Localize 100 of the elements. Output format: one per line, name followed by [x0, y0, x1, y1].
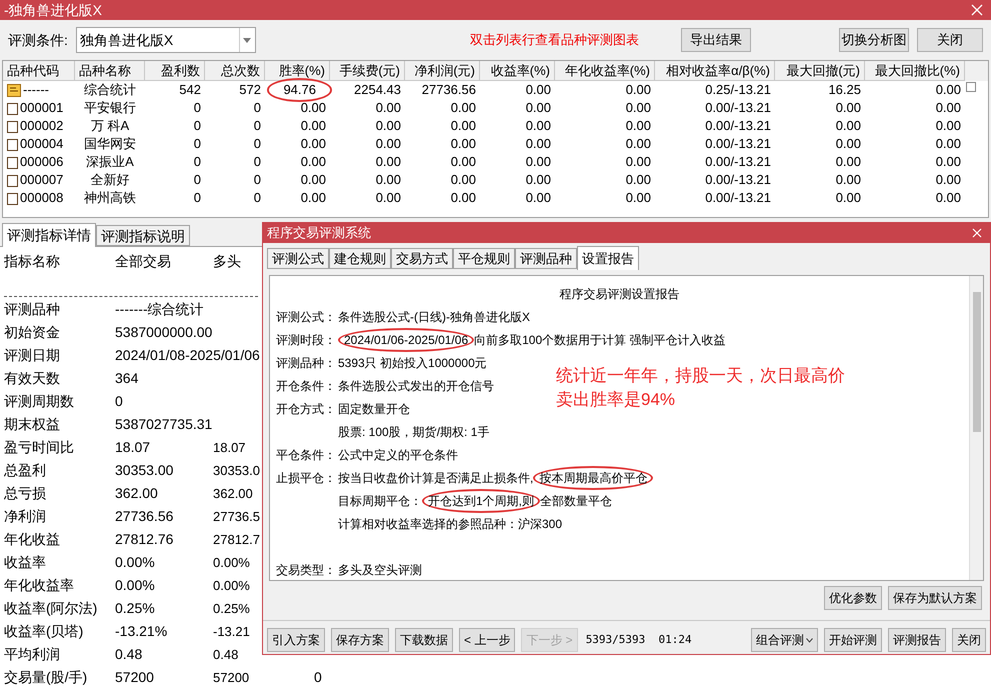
table-cell-text: ------	[23, 81, 49, 100]
toolbar-button[interactable]: 切换分析图	[839, 28, 909, 52]
step-button[interactable]: 引入方案	[267, 628, 325, 652]
table-cell-text: 0.00	[526, 117, 551, 136]
page-icon	[7, 156, 18, 168]
field-value: 公式中定义的平仓条件	[338, 446, 458, 464]
table-cell-text: 0.00	[936, 81, 961, 100]
field-label: 评测时段：	[276, 332, 337, 348]
table-cell-text: 0.00	[526, 171, 551, 190]
stat-name: 总盈利	[4, 462, 46, 478]
page-icon	[7, 192, 18, 204]
table-cell-text: 0.00	[626, 99, 651, 118]
step-button[interactable]: 保存方案	[331, 628, 389, 652]
field-value: 多头及空头评测	[338, 562, 422, 578]
table-cell-text: 0.25/-13.21	[705, 81, 771, 100]
table-cell-text: 0.00/-13.21	[705, 135, 771, 154]
tab[interactable]: 平仓规则	[453, 248, 515, 269]
table-cell-text: 全新好	[90, 171, 130, 190]
table-cell-text: 0.00/-13.21	[705, 189, 771, 208]
circled-text: 2024/01/06-2025/01/06	[338, 328, 474, 352]
table-cell-text: 000006	[20, 153, 64, 172]
page-icon	[7, 120, 18, 132]
stat-name: 期末权益	[4, 416, 60, 432]
folder-icon	[7, 84, 21, 96]
column-header[interactable]: 相对收益率α/β(%)	[655, 61, 775, 81]
table-cell-text: 0	[194, 135, 201, 154]
table-cell-text: 0.00	[376, 189, 401, 208]
stat-name: 平均利润	[4, 646, 60, 662]
column-header[interactable]: 净利润(元)	[405, 61, 480, 81]
field-label: 开仓条件：	[276, 378, 337, 394]
table-cell-text: 0.00	[376, 153, 401, 172]
step-button[interactable]: 下载数据	[395, 628, 453, 652]
stat-value: 27736.5	[213, 508, 260, 524]
circled-text: 按本周期最高价平仓	[533, 466, 654, 490]
action-button[interactable]: 开始评测	[824, 628, 882, 652]
table-cell-text: 0	[194, 153, 201, 172]
table-cell-text: 神州高铁	[84, 189, 136, 208]
table-cell-text: 542	[179, 81, 201, 100]
toolbar-button[interactable]: 导出结果	[681, 28, 751, 52]
table-cell-text: 0.00	[936, 171, 961, 190]
stat-value: 0.00%	[213, 554, 250, 570]
table-cell-text: 0	[194, 171, 201, 190]
stat-name: 评测日期	[4, 347, 60, 363]
column-header[interactable]: 收益率(%)	[480, 61, 555, 81]
tab[interactable]: 交易方式	[391, 248, 453, 269]
close-icon[interactable]	[971, 4, 983, 16]
field-label: 评测品种：	[276, 354, 337, 372]
report-button[interactable]: 保存为默认方案	[888, 586, 982, 610]
column-header[interactable]: 最大回撤比(%)	[865, 61, 965, 81]
field-label: 评测条件:	[8, 30, 68, 50]
toolbar-button[interactable]: 关闭	[917, 28, 983, 52]
tab[interactable]: 设置报告	[577, 246, 639, 270]
table-cell-text: 0	[194, 99, 201, 118]
stat-value: 0.25%	[213, 600, 250, 616]
table-cell-text: 0.00	[836, 99, 861, 118]
table-cell-text: 27736.56	[422, 81, 476, 100]
stat-value: 0.48	[213, 646, 238, 662]
table-cell-text: 0.00	[300, 99, 326, 118]
column-header: 多头	[213, 252, 241, 268]
stat-value: 5387027735.31	[115, 416, 212, 432]
table-cell-text: 0.00/-13.21	[705, 117, 771, 136]
column-header[interactable]: 胜率(%)	[265, 61, 330, 81]
column-header[interactable]: 手续费(元)	[330, 61, 405, 81]
scrollbar-thumb[interactable]	[972, 292, 980, 432]
report-button[interactable]: 优化参数	[824, 586, 882, 610]
column-header[interactable]: 最大回撤(元)	[775, 61, 865, 81]
action-button[interactable]: 关闭	[952, 628, 986, 652]
column-header[interactable]: 品种代码	[3, 61, 75, 81]
tab[interactable]: 建仓规则	[329, 248, 391, 269]
table-cell-text: 0	[254, 99, 261, 118]
table-cell-text: 万 科A	[90, 117, 130, 136]
table-cell-text: 0.00	[836, 117, 861, 136]
tab[interactable]: 评测公式	[267, 248, 329, 269]
close-icon[interactable]	[972, 228, 982, 238]
action-button[interactable]: 评测报告	[888, 628, 946, 652]
stat-name: 总亏损	[4, 485, 46, 501]
table-cell-text: 0.00	[626, 81, 651, 100]
table-cell-text: 0.00	[300, 171, 326, 190]
table-cell-text: 000008	[20, 189, 64, 208]
table-cell-text: 0.00	[450, 99, 476, 118]
tab[interactable]: 评测指标详情	[2, 223, 96, 247]
column-header[interactable]: 盈利数	[145, 61, 205, 81]
column-header[interactable]: 品种名称	[75, 61, 145, 81]
tab[interactable]: 评测品种	[515, 248, 577, 269]
table-cell-text: 0.00	[936, 189, 961, 208]
table-cell-text: 0.00	[450, 117, 476, 136]
condition-dropdown[interactable]: 独角兽进化版X	[76, 27, 256, 53]
column-header[interactable]: 总次数	[205, 61, 265, 81]
table-cell-text: 0.00	[626, 171, 651, 190]
circled-cell: 94.76	[267, 78, 332, 102]
checkbox[interactable]	[966, 82, 976, 92]
table-cell-text: 000007	[20, 171, 64, 190]
table-cell-text: 0	[254, 135, 261, 154]
tab[interactable]: 评测指标说明	[96, 225, 190, 246]
table-cell-text: 2254.43	[354, 81, 401, 100]
column-header[interactable]: 年化收益率(%)	[555, 61, 655, 81]
step-button[interactable]: < 上一步	[459, 628, 516, 652]
scrollbar[interactable]	[969, 276, 983, 580]
action-button[interactable]: 组合评测	[751, 628, 818, 652]
table-cell-text: 0.00	[450, 171, 476, 190]
